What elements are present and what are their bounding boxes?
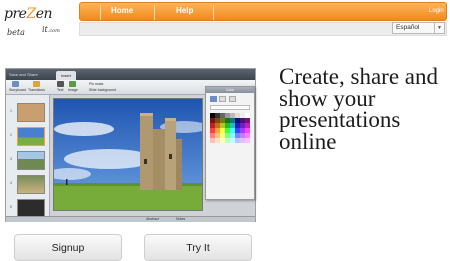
hero-tagline: Create, share and show your presentation… <box>279 64 439 154</box>
try-it-button[interactable]: Try It <box>144 234 252 261</box>
slide-thumbnails: 1 2 3 4 5 <box>6 95 50 218</box>
logo-text-accent: Z <box>26 6 36 22</box>
transitions-icon <box>33 81 40 87</box>
slide-thumbnail <box>17 151 45 170</box>
slide-number: 1 <box>10 109 12 113</box>
slide-thumbnail <box>17 103 45 122</box>
ribbon-label: Pin mask <box>89 82 104 86</box>
nav-separator <box>154 5 155 20</box>
logo-text-post: en <box>35 6 53 22</box>
slide-number: 3 <box>10 157 12 161</box>
storyboard-icon <box>12 81 19 87</box>
text-icon <box>57 81 64 87</box>
castle-photo <box>54 99 202 210</box>
ribbon-label: Transitions <box>28 88 45 92</box>
app-top-text: Save and Share <box>9 72 38 77</box>
picker-tab <box>219 96 226 102</box>
app-title-bar: Save and Share Insert <box>6 69 255 80</box>
ribbon-label: Storyboard <box>9 88 27 92</box>
app-preview-screenshot: Save and Share Insert Storyboard Transit… <box>5 68 256 222</box>
nav-help-link[interactable]: Help <box>176 6 193 15</box>
slide-thumbnail <box>17 127 45 146</box>
chevron-down-icon: ▼ <box>434 23 444 33</box>
top-nav-bar: Home Help Login <box>79 2 447 21</box>
language-selected-value: Español <box>396 24 420 31</box>
logo[interactable]: preZen beta it.com <box>4 6 70 40</box>
signup-button[interactable]: Signup <box>14 234 122 261</box>
palette-icon <box>210 96 217 102</box>
app-tab-insert: Insert <box>56 71 76 80</box>
slide-thumbnail <box>17 175 45 194</box>
color-picker-panel: Color <box>205 86 255 200</box>
slide-number: 4 <box>10 181 12 185</box>
color-swatch-grid <box>210 113 250 143</box>
slide-number: 2 <box>10 133 12 137</box>
ribbon-label: Image <box>68 88 78 92</box>
language-select[interactable]: Español ▼ <box>392 22 445 34</box>
ribbon-label: Text <box>57 88 64 92</box>
slide-number: 5 <box>10 205 12 209</box>
login-link[interactable]: Login <box>429 8 444 14</box>
color-panel-title: Color <box>206 87 254 93</box>
nav-separator <box>213 5 214 20</box>
nav-separator <box>100 5 101 20</box>
ribbon-label: Slide background <box>89 88 117 92</box>
status-item: Notes <box>176 217 186 221</box>
image-icon <box>69 81 76 87</box>
logo-text-pre: pre <box>4 6 27 22</box>
picker-tab <box>229 96 236 102</box>
nav-home-link[interactable]: Home <box>111 6 133 15</box>
color-hex-field <box>210 105 250 110</box>
status-item: Abstract <box>146 217 159 221</box>
logo-domain-tld: .com <box>47 28 60 34</box>
app-status-bar: Abstract Notes <box>6 216 255 222</box>
logo-domain: it.com <box>42 25 60 34</box>
beta-label: beta <box>7 28 25 37</box>
slide-canvas <box>53 98 203 211</box>
logo-text: preZen <box>4 6 53 22</box>
page: preZen beta it.com Home Help Login Españ… <box>0 0 450 261</box>
